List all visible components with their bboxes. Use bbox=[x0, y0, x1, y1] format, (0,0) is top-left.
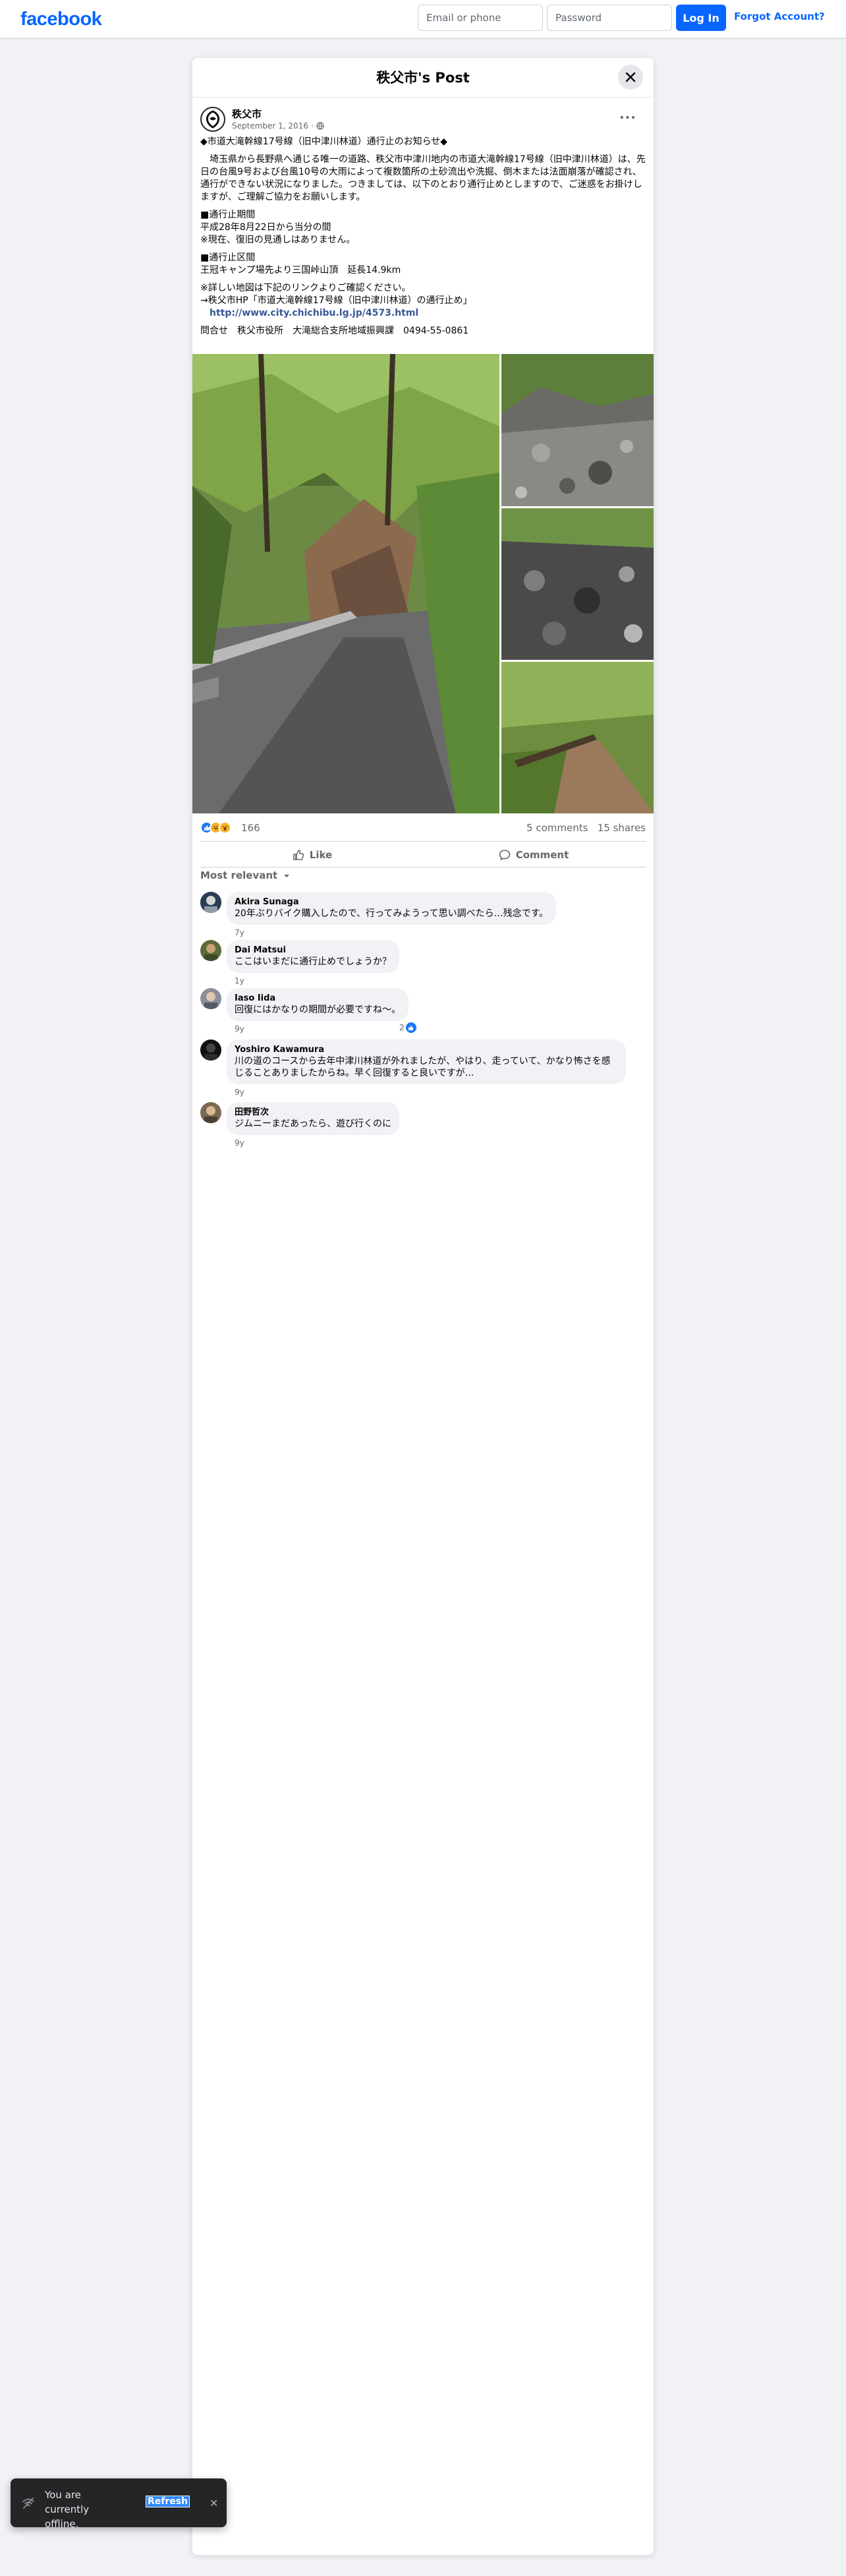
comment-reactions[interactable]: 2 bbox=[399, 1022, 416, 1033]
comment-bubble: 田野哲次 ジムニーまだあったら、遊び行くのに bbox=[227, 1102, 399, 1135]
close-icon[interactable]: ✕ bbox=[210, 2497, 218, 2509]
post-author-name[interactable]: 秩父市 bbox=[232, 107, 262, 121]
comment-bubble: Akira Sunaga 20年ぶりバイク購入したので、行ってみようって思い調べ… bbox=[227, 892, 557, 925]
sort-label: Most relevant bbox=[200, 869, 278, 881]
photo-4[interactable] bbox=[501, 662, 654, 813]
comment-time[interactable]: 9y bbox=[235, 1088, 244, 1097]
comment-bubble: Yoshiro Kawamura 川の道のコースから去年中津川林道が外れましたが… bbox=[227, 1039, 626, 1084]
meta-separator: · bbox=[310, 121, 314, 131]
post-link[interactable]: http://www.city.chichibu.lg.jp/4573.html bbox=[200, 307, 646, 320]
like-button[interactable]: Like bbox=[207, 844, 418, 865]
offline-message: You are currently offline. bbox=[45, 2489, 90, 2530]
commenter-name[interactable]: Iaso Iida bbox=[235, 993, 401, 1004]
comment-count[interactable]: 5 comments bbox=[526, 822, 588, 834]
post-meta: September 1, 2016 · bbox=[232, 121, 324, 131]
close-button[interactable] bbox=[618, 65, 643, 90]
top-navbar: facebook Log In Forgot Account? bbox=[0, 0, 846, 38]
post-paragraph: ■通行止期間 平成28年8月22日から当分の間 ※現在、復旧の見通しはありません… bbox=[200, 210, 356, 245]
comment-text: 20年ぶりバイク購入したので、行ってみようって思い調べたら…残念です。 bbox=[235, 908, 549, 919]
post-body: ◆市道大滝幹線17号線（旧中津川林道）通行止のお知らせ◆ 埼玉県から長野県へ通じ… bbox=[200, 136, 646, 337]
post-paragraph: ※詳しい地図は下記のリンクよりご確認ください。 →秩父市HP「市道大滝幹線17号… bbox=[200, 283, 472, 306]
reaction-icons[interactable] bbox=[200, 821, 231, 834]
action-bar: Like Comment bbox=[200, 841, 646, 867]
commenter-name[interactable]: Yoshiro Kawamura bbox=[235, 1045, 618, 1055]
caret-down-icon bbox=[284, 875, 290, 877]
chichibu-emblem-icon bbox=[203, 109, 223, 129]
commenter-name[interactable]: Akira Sunaga bbox=[235, 897, 548, 908]
comment-bubble: Dai Matsui ここはいまだに通行止めでしょうか？ bbox=[227, 940, 399, 973]
comment-text: 回復にはかなりの期間が必要ですね〜。 bbox=[235, 1005, 401, 1015]
comment-item: Dai Matsui ここはいまだに通行止めでしょうか？ 1y bbox=[200, 940, 646, 985]
comment-label: Comment bbox=[515, 849, 569, 861]
post-options-icon[interactable]: ··· bbox=[619, 109, 636, 125]
refresh-button[interactable]: Refresh bbox=[145, 2496, 190, 2507]
commenter-avatar[interactable] bbox=[200, 1039, 221, 1061]
like-label: Like bbox=[309, 849, 333, 861]
comment-text: ジムニーまだあったら、遊び行くのに bbox=[235, 1119, 391, 1129]
login-button[interactable]: Log In bbox=[676, 5, 726, 31]
comment-sort-dropdown[interactable]: Most relevant bbox=[200, 869, 290, 881]
photo-grid bbox=[192, 354, 654, 813]
dialog-header: 秩父市's Post bbox=[192, 58, 654, 98]
post-paragraph: ◆市道大滝幹線17号線（旧中津川林道）通行止のお知らせ◆ bbox=[200, 136, 448, 147]
thumbs-up-icon bbox=[293, 850, 304, 860]
commenter-avatar[interactable] bbox=[200, 988, 221, 1009]
comment-text: ここはいまだに通行止めでしょうか？ bbox=[235, 956, 391, 967]
facebook-logo[interactable]: facebook bbox=[20, 9, 102, 30]
comment-text: 川の道のコースから去年中津川林道が外れましたが、やはり、走っていて、かなり怖さを… bbox=[235, 1056, 611, 1078]
password-field[interactable] bbox=[547, 5, 672, 31]
comment-reaction-count: 2 bbox=[399, 1023, 405, 1032]
comment-item: Yoshiro Kawamura 川の道のコースから去年中津川林道が外れましたが… bbox=[200, 1039, 646, 1099]
comment-button[interactable]: Comment bbox=[428, 844, 639, 865]
comment-time[interactable]: 9y bbox=[235, 1138, 244, 1148]
post-paragraph: ■通行止区間 王冠キャンプ場先より三国峠山頂 延長14.9km bbox=[200, 252, 401, 276]
comment-time[interactable]: 7y bbox=[235, 928, 244, 937]
page-avatar[interactable] bbox=[200, 107, 225, 132]
photo-2[interactable] bbox=[501, 354, 654, 506]
commenter-avatar[interactable] bbox=[200, 940, 221, 961]
post-paragraph: 埼玉県から長野県へ通じる唯一の道路、秩父市中津川地内の市道大滝幹線17号線（旧中… bbox=[200, 154, 646, 202]
comment-item: Iaso Iida 回復にはかなりの期間が必要ですね〜。 9y 2 bbox=[200, 988, 646, 1034]
post-stats: 166 5 comments 15 shares bbox=[200, 821, 646, 834]
post-date[interactable]: September 1, 2016 bbox=[232, 121, 308, 131]
comment-time[interactable]: 1y bbox=[235, 976, 244, 985]
photo-3[interactable] bbox=[501, 508, 654, 660]
comment-bubble-icon bbox=[499, 850, 510, 860]
offline-toast: You are currently offline. Refresh ✕ bbox=[11, 2478, 227, 2530]
comment-item: 田野哲次 ジムニーまだあったら、遊び行くのに 9y bbox=[200, 1102, 646, 1148]
globe-icon bbox=[316, 122, 324, 130]
wow-reaction-icon bbox=[219, 821, 231, 834]
post-dialog: 秩父市's Post 秩父市 September 1, 2016 · ··· ◆… bbox=[192, 58, 654, 2555]
photo-main[interactable] bbox=[192, 354, 499, 813]
like-reaction-icon bbox=[405, 1022, 416, 1033]
commenter-avatar[interactable] bbox=[200, 1102, 221, 1123]
wifi-off-icon bbox=[22, 2498, 34, 2509]
commenter-name[interactable]: 田野哲次 bbox=[235, 1107, 391, 1118]
close-icon bbox=[625, 72, 636, 82]
post-author-header: 秩父市 September 1, 2016 · bbox=[200, 107, 635, 136]
reaction-count[interactable]: 166 bbox=[241, 822, 260, 834]
post-contact: 問合せ 秩父市役所 大滝総合支所地域振興課 0494-55-0861 bbox=[200, 326, 469, 336]
comment-item: Akira Sunaga 20年ぶりバイク購入したので、行ってみようって思い調べ… bbox=[200, 892, 646, 937]
share-count[interactable]: 15 shares bbox=[598, 822, 646, 834]
commenter-avatar[interactable] bbox=[200, 892, 221, 913]
dialog-title: 秩父市's Post bbox=[376, 70, 470, 86]
comment-share-counts: 5 comments 15 shares bbox=[526, 822, 646, 834]
comment-bubble: Iaso Iida 回復にはかなりの期間が必要ですね〜。 bbox=[227, 988, 409, 1021]
comment-time[interactable]: 9y bbox=[235, 1024, 244, 1034]
email-field[interactable] bbox=[418, 5, 543, 31]
forgot-account-link[interactable]: Forgot Account? bbox=[734, 11, 825, 22]
commenter-name[interactable]: Dai Matsui bbox=[235, 945, 391, 956]
